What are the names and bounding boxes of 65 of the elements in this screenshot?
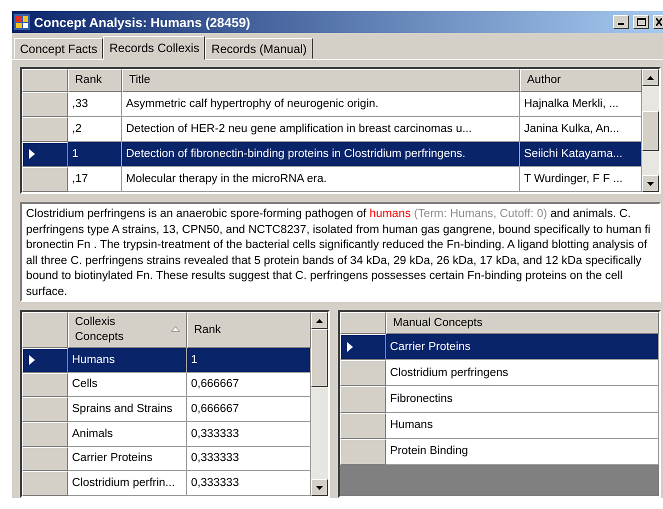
table-cell: Janina Kulka, An...: [520, 116, 642, 142]
up-arrow-icon: [647, 76, 654, 80]
tab[interactable]: Records Collexis: [103, 36, 206, 60]
table-cell: Cells: [68, 372, 187, 398]
table-cell: T Wurdinger, F F ...: [520, 166, 642, 192]
table-cell: ,33: [68, 92, 122, 117]
scroll-thumb[interactable]: [311, 329, 328, 387]
table-cell: 0,666667: [187, 397, 311, 422]
table-cell: Carrier Proteins: [386, 334, 659, 360]
table-cell: Detection of fibronectin-binding proteins in Clostridium perfringens.: [122, 142, 520, 167]
column-header[interactable]: Rank: [68, 69, 122, 92]
scroll-down-button[interactable]: [642, 175, 659, 192]
table-cell: Seiichi Katayama...: [520, 142, 642, 167]
table-cell: 1: [187, 348, 311, 373]
table-cell: Carrier Proteins: [68, 446, 187, 472]
row-pointer-icon: [347, 342, 353, 352]
table-cell: Clostridium perfrin...: [68, 471, 187, 496]
minimize-button[interactable]: [613, 15, 629, 29]
table-cell: Protein Binding: [386, 438, 659, 465]
tab[interactable]: Concept Facts: [14, 38, 104, 59]
tab[interactable]: Records (Manual): [205, 38, 313, 59]
table-cell: ,2: [68, 116, 122, 142]
close-icon: [656, 18, 662, 26]
table-cell: 1: [68, 142, 122, 167]
table-cell: 0,333333: [187, 422, 311, 447]
window-title: Concept Analysis: Humans (28459): [34, 14, 252, 30]
close-button[interactable]: [653, 15, 663, 29]
down-arrow-icon: [647, 182, 654, 186]
table-cell: Animals: [68, 422, 187, 447]
app-icon: [14, 14, 30, 30]
scroll-down-button[interactable]: [311, 479, 328, 496]
scrollbar[interactable]: [642, 69, 659, 192]
table-cell: Humans: [68, 348, 187, 373]
table-cell: 0,666667: [187, 372, 311, 398]
maximize-icon: [636, 18, 646, 26]
column-header[interactable]: Collexis Concepts: [68, 312, 187, 348]
scroll-up-button[interactable]: [311, 312, 328, 329]
table-cell: Molecular therapy in the microRNA era.: [122, 166, 520, 192]
down-arrow-icon: [316, 486, 323, 490]
table-cell: Detection of HER-2 neu gene amplification in breast carcinomas u...: [122, 116, 520, 142]
row-pointer-icon: [29, 149, 35, 160]
row-pointer-icon: [29, 355, 35, 366]
scroll-thumb[interactable]: [642, 110, 659, 150]
column-header[interactable]: Manual Concepts: [386, 312, 659, 334]
table-cell: Hajnalka Merkli, ...: [520, 92, 642, 117]
table-cell: 0,333333: [187, 446, 311, 472]
scrollbar[interactable]: [311, 312, 328, 496]
table-cell: Asymmetric calf hypertrophy of neurogenic origin.: [122, 92, 520, 117]
table-cell: Sprains and Strains: [68, 397, 187, 422]
table-cell: Clostridium perfringens: [386, 360, 659, 386]
table-cell: Fibronectins: [386, 386, 659, 413]
up-arrow-icon: [316, 318, 323, 322]
row-header[interactable]: [340, 334, 386, 360]
sort-icon: [171, 326, 180, 332]
column-header[interactable]: Rank: [187, 312, 311, 348]
row-header[interactable]: [22, 142, 68, 167]
maximize-button[interactable]: [633, 15, 649, 29]
table-cell: ,17: [68, 166, 122, 192]
row-header[interactable]: [22, 348, 68, 373]
scroll-up-button[interactable]: [642, 69, 659, 86]
abstract-text: Clostridium perfringens is an anaerobic spore-forming pathogen of humans (Term: Humans, Cutoff: 0) and animals. C. perfringens type A strains, 13, CPN50, and NCTC8237, isolated from human gas gangrene, bound specifically to human fi bronectin Fn . The trypsin-treatment of the bacterial cells significantly reduced the Fn-binding. A ligand blotting analysis of all three C. perfringens strains revealed that 5 protein bands of 34 kDa, 29 kDa, 26 kDa, 17 kDa, and 12 kDa specifically bound to biotinylated Fn. These results suggest that C. perfringens possesses certain Fn-binding proteins on the cell surface.: [26, 206, 652, 299]
table-cell: Humans: [386, 412, 659, 439]
table-cell: 0,333333: [187, 471, 311, 496]
column-header[interactable]: Author: [520, 69, 642, 92]
column-header[interactable]: Title: [122, 69, 520, 92]
